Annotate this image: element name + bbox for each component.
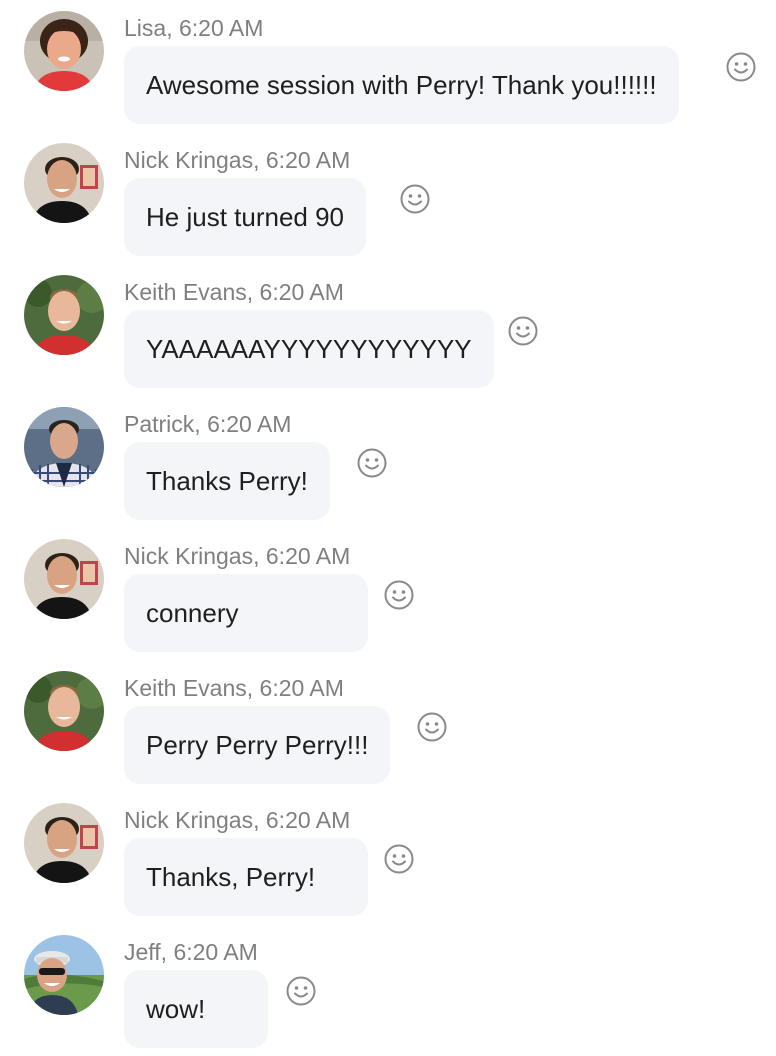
avatar[interactable] (24, 11, 104, 91)
author-name: Keith Evans (124, 675, 247, 701)
message-meta: Jeff, 6:20 AM (124, 938, 258, 966)
message-meta: Keith Evans, 6:20 AM (124, 674, 344, 702)
message-text: connery (146, 598, 239, 628)
smiley-face-icon[interactable] (285, 975, 317, 1007)
message-time: 6:20 AM (178, 15, 264, 41)
author-name: Nick Kringas (124, 807, 254, 833)
chat-message: Nick Kringas, 6:20 AM He just turned 90 (0, 132, 776, 264)
message-text: Thanks Perry! (146, 466, 308, 496)
smiley-face-icon[interactable] (725, 51, 757, 83)
chat-message: Nick Kringas, 6:20 AM Thanks, Perry! (0, 792, 776, 924)
message-time: 6:20 AM (173, 939, 258, 965)
message-meta: Keith Evans, 6:20 AM (124, 278, 344, 306)
chat-message: Patrick, 6:20 AM Thanks Perry! (0, 396, 776, 528)
message-bubble: wow! (124, 970, 268, 1048)
message-meta: Nick Kringas, 6:20 AM (124, 146, 350, 174)
message-bubble: YAAAAAAYYYYYYYYYYYY (124, 310, 494, 388)
author-name: Jeff (124, 939, 161, 965)
message-meta: Patrick, 6:20 AM (124, 410, 291, 438)
message-text: He just turned 90 (146, 202, 345, 232)
meta-separator: , (246, 279, 260, 305)
message-meta: Nick Kringas, 6:20 AM (124, 542, 350, 570)
meta-separator: , (253, 807, 266, 833)
avatar[interactable] (24, 935, 104, 1015)
chat-message: Keith Evans, 6:20 AM Perry Perry Perry!!… (0, 660, 776, 792)
meta-separator: , (166, 15, 179, 41)
meta-separator: , (253, 147, 266, 173)
message-text: Perry Perry Perry!!! (146, 730, 369, 760)
author-name: Lisa (124, 15, 167, 41)
avatar[interactable] (24, 143, 104, 223)
smiley-face-icon[interactable] (507, 315, 539, 347)
message-time: 6:20 AM (259, 279, 344, 305)
meta-separator: , (160, 939, 174, 965)
avatar[interactable] (24, 275, 104, 355)
author-name: Nick Kringas (124, 543, 254, 569)
avatar[interactable] (24, 539, 104, 619)
chat-message: Nick Kringas, 6:20 AM connery (0, 528, 776, 660)
message-bubble: Thanks, Perry! (124, 838, 368, 916)
smiley-face-icon[interactable] (383, 843, 415, 875)
avatar[interactable] (24, 671, 104, 751)
avatar[interactable] (24, 407, 104, 487)
avatar[interactable] (24, 803, 104, 883)
meta-separator: , (246, 675, 260, 701)
chat-message: Lisa, 6:20 AM Awesome session with Perry… (0, 0, 776, 132)
message-meta: Nick Kringas, 6:20 AM (124, 806, 350, 834)
chat-message: Jeff, 6:20 AM wow! (0, 924, 776, 1056)
message-time: 6:20 AM (259, 675, 344, 701)
message-time: 6:20 AM (265, 147, 351, 173)
meta-separator: , (253, 543, 266, 569)
smiley-face-icon[interactable] (356, 447, 388, 479)
message-text: Thanks, Perry! (146, 862, 316, 892)
message-meta: Lisa, 6:20 AM (124, 14, 263, 42)
message-bubble: Thanks Perry! (124, 442, 330, 520)
message-text: wow! (146, 994, 206, 1024)
message-bubble: He just turned 90 (124, 178, 367, 256)
chat-message: Keith Evans, 6:20 AM YAAAAAAYYYYYYYYYYYY (0, 264, 776, 396)
smiley-face-icon[interactable] (416, 711, 448, 743)
message-bubble: Awesome session with Perry! Thank you!!!… (124, 46, 679, 124)
smiley-face-icon[interactable] (399, 183, 431, 215)
message-time: 6:20 AM (265, 543, 351, 569)
author-name: Nick Kringas (124, 147, 254, 173)
message-bubble: Perry Perry Perry!!! (124, 706, 391, 784)
author-name: Keith Evans (124, 279, 247, 305)
meta-separator: , (194, 411, 208, 437)
message-text: Awesome session with Perry! Thank you!!!… (146, 70, 657, 100)
message-text: YAAAAAAYYYYYYYYYYYY (146, 334, 472, 364)
message-bubble: connery (124, 574, 368, 652)
message-time: 6:20 AM (207, 411, 292, 437)
author-name: Patrick (124, 411, 195, 437)
smiley-face-icon[interactable] (383, 579, 415, 611)
message-time: 6:20 AM (265, 807, 351, 833)
